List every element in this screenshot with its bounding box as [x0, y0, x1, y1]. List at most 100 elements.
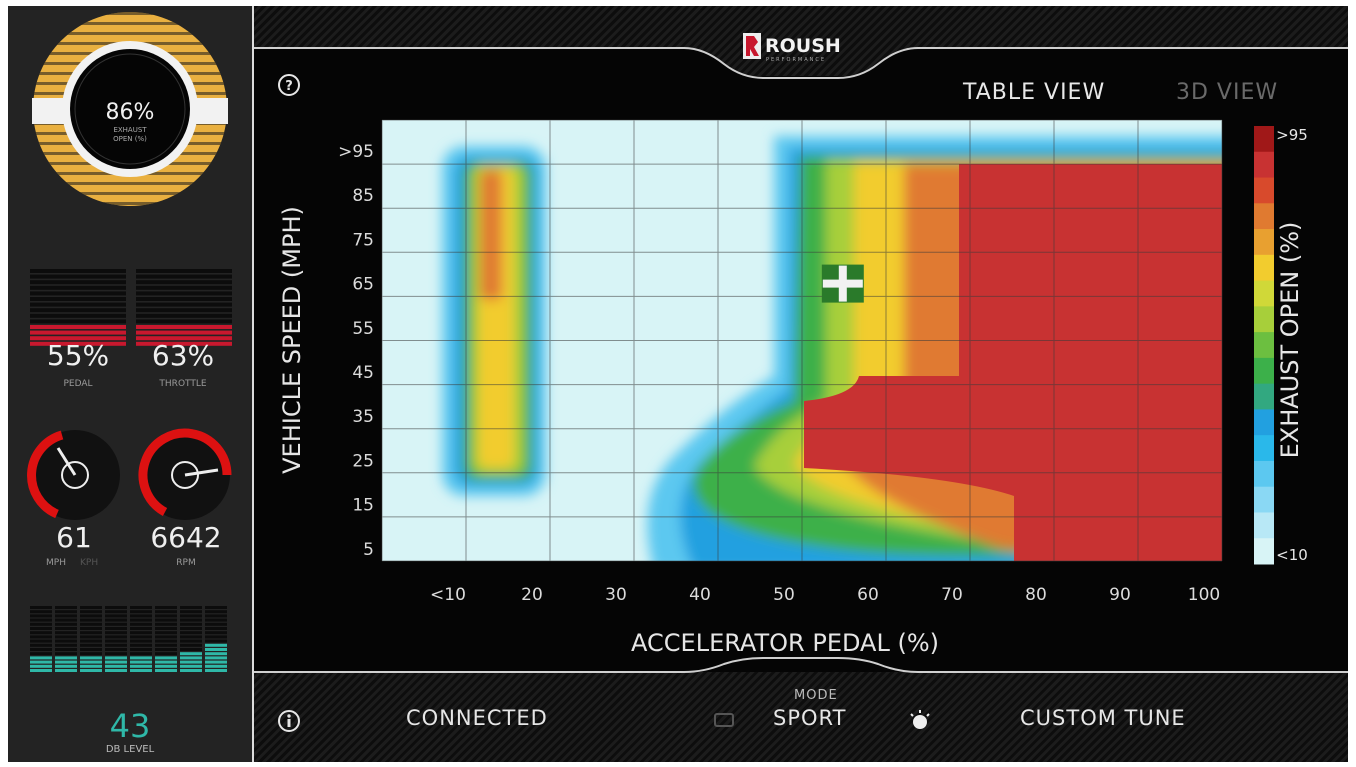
db-segment: [80, 664, 102, 668]
exhaust-label-2: OPEN (%): [113, 135, 147, 143]
db-segment: [155, 643, 177, 647]
meter-segment: [30, 319, 126, 324]
db-segment: [155, 631, 177, 635]
db-segment: [55, 643, 77, 647]
db-segment: [130, 635, 152, 639]
db-segment: [130, 614, 152, 618]
heatmap-field: [382, 120, 1222, 561]
db-segment: [130, 639, 152, 643]
db-segment: [130, 648, 152, 651]
db-segment: [155, 652, 177, 656]
speed-value: 61: [56, 521, 92, 554]
gauge-stripe: [33, 12, 227, 15]
db-meter: [30, 606, 227, 672]
colorbar-segment: [1254, 229, 1274, 256]
y-tick-label: 15: [352, 496, 374, 516]
gauge-stripe: [33, 32, 227, 35]
sidebar-gauges: 86% EXHAUST OPEN (%) 55% PEDAL 63% THROT…: [27, 12, 232, 755]
meter-segment: [30, 313, 126, 318]
y-tick-label: 35: [352, 407, 374, 427]
pedal-label: PEDAL: [63, 379, 92, 389]
db-segment: [105, 618, 127, 622]
db-segment: [105, 652, 127, 656]
db-segment: [130, 610, 152, 614]
crosshair-cursor[interactable]: [821, 264, 864, 303]
db-segment: [55, 639, 77, 643]
db-segment: [80, 606, 102, 609]
db-segment: [155, 606, 177, 609]
meter-segment: [136, 325, 232, 329]
meter-segment: [30, 302, 126, 307]
db-segment: [80, 614, 102, 618]
speed-unit-kph[interactable]: KPH: [80, 558, 98, 568]
speed-unit-mph[interactable]: MPH: [46, 558, 66, 568]
db-segment: [55, 664, 77, 668]
db-segment: [205, 648, 227, 651]
rpm-dial: [138, 428, 232, 520]
db-segment: [180, 643, 202, 647]
db-segment: [80, 656, 102, 660]
exhaust-value: 86%: [106, 100, 155, 125]
db-segment: [130, 627, 152, 630]
y-axis-label: VEHICLE SPEED (MPH): [278, 206, 306, 474]
db-segment: [205, 631, 227, 635]
db-segment: [80, 669, 102, 672]
db-segment: [105, 606, 127, 609]
info-icon[interactable]: [277, 709, 301, 733]
custom-tune[interactable]: CUSTOM TUNE: [1020, 706, 1186, 730]
db-segment: [205, 618, 227, 622]
meter-segment: [30, 325, 126, 329]
meter-segment: [136, 291, 232, 296]
mode-dial-icon[interactable]: [908, 708, 932, 732]
rpm-label: RPM: [176, 558, 195, 568]
gauge-stripe: [33, 22, 227, 25]
db-segment: [105, 648, 127, 651]
colorbar-label: EXHAUST OPEN (%): [1276, 222, 1304, 459]
colorbar-segment: [1254, 203, 1274, 230]
db-segment: [55, 622, 77, 626]
db-segment: [155, 635, 177, 639]
colorbar-segment: [1254, 512, 1274, 539]
db-segment: [180, 614, 202, 618]
x-tick-label: 20: [521, 585, 543, 605]
db-segment: [130, 606, 152, 609]
meter-segment: [136, 280, 232, 285]
db-segment: [155, 664, 177, 668]
throttle-meter: [136, 269, 232, 346]
db-segment: [205, 622, 227, 626]
meter-segment: [30, 330, 126, 335]
db-segment: [180, 606, 202, 609]
db-segment: [205, 635, 227, 639]
db-segment: [80, 627, 102, 630]
db-segment: [55, 660, 77, 664]
meter-segment: [136, 274, 232, 279]
db-segment: [130, 618, 152, 622]
db-segment: [80, 631, 102, 635]
y-tick-label: 45: [352, 363, 374, 383]
colorbar-segment: [1254, 460, 1274, 488]
mode-prev-icon[interactable]: [713, 711, 737, 729]
db-value: 43: [110, 707, 151, 745]
db-segment: [55, 614, 77, 618]
db-segment: [80, 648, 102, 651]
db-segment: [180, 656, 202, 660]
meter-segment: [136, 269, 232, 273]
db-segment: [55, 606, 77, 609]
db-segment: [180, 639, 202, 643]
heatmap-chart: <10 20 30 40 50 60 70 80 90 100 >95 85 75 65 55 45 35 25…: [278, 119, 1308, 657]
db-segment: [180, 622, 202, 626]
db-segment: [30, 660, 52, 664]
brand-sub: PERFORMANCE: [766, 57, 826, 63]
db-segment: [80, 652, 102, 656]
brand-name: ROUSH: [765, 35, 841, 57]
db-segment: [30, 627, 52, 630]
x-tick-label: 70: [941, 585, 963, 605]
db-segment: [55, 618, 77, 622]
mode-value[interactable]: SPORT: [773, 706, 846, 730]
db-segment: [105, 635, 127, 639]
pedal-meter: [30, 269, 126, 346]
db-segment: [105, 639, 127, 643]
x-tick-label: 30: [605, 585, 627, 605]
db-segment: [155, 610, 177, 614]
db-segment: [55, 631, 77, 635]
